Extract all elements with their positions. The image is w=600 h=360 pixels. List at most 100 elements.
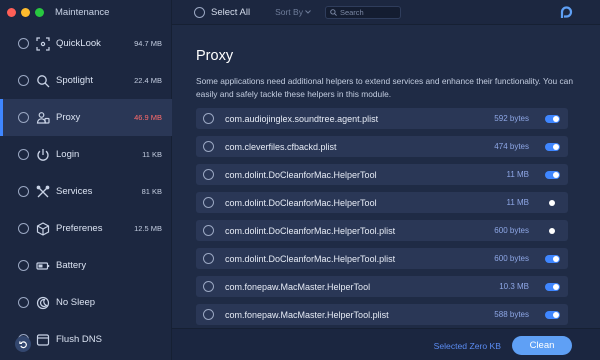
- row-name: com.cleverfiles.cfbackd.plist: [225, 141, 337, 152]
- sidebar-item-radio[interactable]: [18, 38, 29, 49]
- row-name: com.dolint.DoCleanforMac.HelperTool: [225, 169, 377, 180]
- tools-icon: [35, 184, 51, 200]
- row-size: 600 bytes: [494, 226, 529, 235]
- dns-icon: [35, 332, 51, 348]
- list-item[interactable]: com.fonepaw.MacMaster.HelperTool.plist 5…: [196, 304, 568, 325]
- sidebar-item-label: Login: [56, 149, 80, 160]
- select-all-label[interactable]: Select All: [211, 7, 250, 18]
- footer-bar: Selected Zero KB Clean: [172, 328, 600, 360]
- page-title: Proxy: [196, 48, 234, 64]
- sidebar-item-label: Battery: [56, 260, 87, 271]
- row-size: 592 bytes: [494, 114, 529, 123]
- zoom-window-button[interactable]: [35, 7, 44, 17]
- sidebar: Maintenance QuickLook 94.7 MB Spotlight …: [0, 0, 172, 360]
- sidebar-item-proxy[interactable]: Proxy 46.9 MB: [0, 99, 172, 136]
- battery-icon: [35, 258, 51, 274]
- sidebar-item-size: 94.7 MB: [134, 39, 162, 48]
- moon-icon: [35, 295, 51, 311]
- sidebar-item-login[interactable]: Login 11 KB: [0, 136, 172, 173]
- sidebar-item-size: 12.5 MB: [134, 224, 162, 233]
- page-description: Some applications need additional helper…: [196, 76, 573, 99]
- row-size: 600 bytes: [494, 254, 529, 263]
- row-name: com.fonepaw.MacMaster.HelperTool: [225, 281, 371, 292]
- power-icon: [35, 147, 51, 163]
- row-radio[interactable]: [203, 169, 214, 180]
- sidebar-item-battery[interactable]: Battery: [0, 247, 172, 284]
- sidebar-item-label: No Sleep: [56, 297, 96, 308]
- sidebar-item-label: Spotlight: [56, 75, 93, 86]
- sidebar-item-label: Services: [56, 186, 93, 197]
- sidebar-item-radio[interactable]: [18, 75, 29, 86]
- quicklook-icon: [35, 36, 51, 52]
- row-name: com.dolint.DoCleanforMac.HelperTool.plis…: [225, 225, 396, 236]
- list-item[interactable]: com.dolint.DoCleanforMac.HelperTool.plis…: [196, 248, 568, 269]
- select-all-radio[interactable]: [194, 6, 205, 18]
- main-panel: Proxy Some applications need additional …: [172, 26, 600, 360]
- sidebar-item-spotlight[interactable]: Spotlight 22.4 MB: [0, 62, 172, 99]
- row-radio[interactable]: [203, 141, 214, 152]
- sidebar-item-radio[interactable]: [18, 112, 29, 123]
- list-item[interactable]: com.dolint.DoCleanforMac.HelperTool.plis…: [196, 220, 568, 241]
- row-toggle[interactable]: [545, 170, 560, 179]
- list-item[interactable]: com.dolint.DoCleanforMac.HelperTool 11 M…: [196, 192, 568, 213]
- sidebar-item-label: QuickLook: [56, 38, 101, 49]
- app-logo-icon: [560, 6, 573, 18]
- row-toggle[interactable]: [545, 199, 560, 207]
- chevron-down-icon: [305, 10, 311, 14]
- row-toggle[interactable]: [545, 142, 560, 151]
- row-radio[interactable]: [203, 309, 214, 320]
- row-toggle[interactable]: [545, 282, 560, 291]
- sidebar-item-radio[interactable]: [18, 223, 29, 234]
- sidebar-item-size: 81 KB: [141, 187, 162, 196]
- row-radio[interactable]: [203, 225, 214, 236]
- row-size: 588 bytes: [494, 310, 529, 319]
- list-item[interactable]: com.cleverfiles.cfbackd.plist 474 bytes: [196, 136, 568, 157]
- row-radio[interactable]: [203, 197, 214, 208]
- sidebar-list: QuickLook 94.7 MB Spotlight 22.4 MB Prox…: [0, 25, 172, 358]
- row-toggle[interactable]: [545, 227, 560, 235]
- sidebar-item-services[interactable]: Services 81 KB: [0, 173, 172, 210]
- row-size: 11 MB: [506, 198, 529, 207]
- sidebar-item-label: Preferenes: [56, 223, 103, 234]
- sort-by-label: Sort By: [275, 7, 303, 17]
- sidebar-item-radio[interactable]: [18, 186, 29, 197]
- close-window-button[interactable]: [7, 7, 16, 17]
- window-titlebar: Maintenance: [0, 0, 171, 24]
- row-size: 474 bytes: [494, 142, 529, 151]
- sidebar-item-size: 22.4 MB: [134, 76, 162, 85]
- row-toggle[interactable]: [545, 114, 560, 123]
- row-name: com.fonepaw.MacMaster.HelperTool.plist: [225, 309, 389, 320]
- row-name: com.dolint.DoCleanforMac.HelperTool: [225, 197, 377, 208]
- sidebar-item-radio[interactable]: [18, 297, 29, 308]
- spotlight-icon: [35, 73, 51, 89]
- minimize-window-button[interactable]: [21, 7, 30, 17]
- sidebar-item-label: Proxy: [56, 112, 81, 123]
- list-item[interactable]: com.fonepaw.MacMaster.HelperTool 10.3 MB: [196, 276, 568, 297]
- search-box[interactable]: [324, 5, 401, 19]
- sidebar-item-quicklook[interactable]: QuickLook 94.7 MB: [0, 25, 172, 62]
- selected-size-status: Selected Zero KB: [433, 341, 501, 351]
- preferences-icon: [35, 221, 51, 237]
- restore-icon[interactable]: [15, 336, 31, 352]
- list-item[interactable]: com.audiojinglex.soundtree.agent.plist 5…: [196, 108, 568, 129]
- row-toggle[interactable]: [545, 254, 560, 263]
- row-toggle[interactable]: [545, 310, 560, 319]
- row-radio[interactable]: [203, 253, 214, 264]
- sort-by-dropdown[interactable]: Sort By: [275, 7, 311, 17]
- sidebar-item-radio[interactable]: [18, 149, 29, 160]
- list-item[interactable]: com.dolint.DoCleanforMac.HelperTool 11 M…: [196, 164, 568, 185]
- sidebar-item-no-sleep[interactable]: No Sleep: [0, 284, 172, 321]
- proxy-icon: [35, 110, 51, 126]
- row-radio[interactable]: [203, 113, 214, 124]
- toolbar: Select All Sort By: [172, 0, 600, 25]
- helper-list: com.audiojinglex.soundtree.agent.plist 5…: [196, 108, 568, 332]
- sidebar-item-preferences[interactable]: Preferenes 12.5 MB: [0, 210, 172, 247]
- sidebar-item-size: 11 KB: [142, 150, 162, 159]
- row-size: 11 MB: [506, 170, 529, 179]
- search-input[interactable]: [339, 7, 400, 17]
- sidebar-item-size: 46.9 MB: [134, 113, 162, 122]
- clean-button[interactable]: Clean: [512, 336, 572, 355]
- sidebar-item-radio[interactable]: [18, 260, 29, 271]
- row-name: com.dolint.DoCleanforMac.HelperTool.plis…: [225, 253, 396, 264]
- row-radio[interactable]: [203, 281, 214, 292]
